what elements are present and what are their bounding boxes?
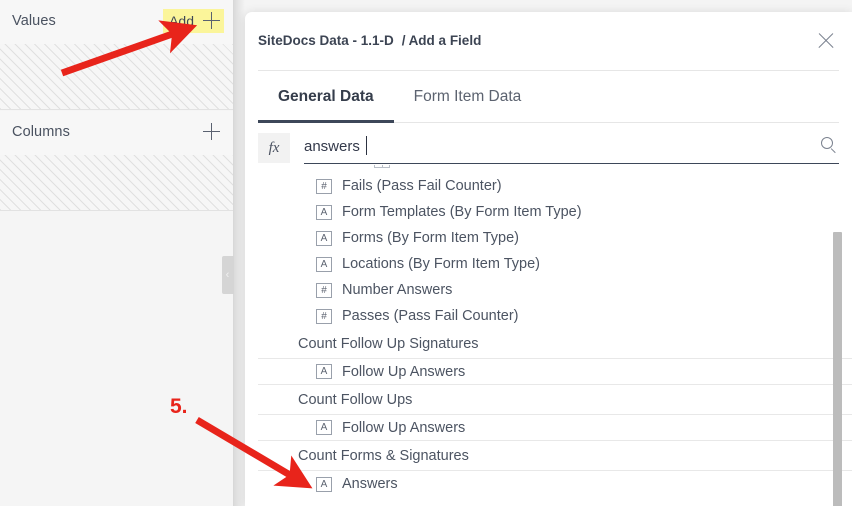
- plus-icon: [203, 12, 220, 29]
- search-icon[interactable]: [821, 137, 837, 154]
- columns-dropzone-hatch[interactable]: [0, 155, 234, 210]
- close-icon[interactable]: [815, 30, 837, 52]
- list-item-label: Passes (Pass Fail Counter): [342, 308, 519, 324]
- screen-root: Values Add Columns ‹ SiteDocs Data - 1.1…: [0, 0, 852, 506]
- breadcrumb-separator: /: [401, 33, 406, 48]
- list-item-label: Fails (Pass Fail Counter): [342, 178, 502, 194]
- list-group-header: Count Follow Up Signatures: [258, 329, 852, 359]
- panel-section-values: Values Add: [0, 0, 234, 110]
- text-field-icon: A: [316, 230, 332, 246]
- text-field-icon: A: [316, 364, 332, 379]
- list-item[interactable]: # Passes (Pass Fail Counter): [258, 303, 852, 329]
- breadcrumb-root[interactable]: SiteDocs Data - 1.1-D: [258, 33, 394, 48]
- add-value-label: Add: [169, 12, 194, 29]
- field-list-inner: Date Answers # Fails (Pass Fail Counter)…: [258, 165, 852, 497]
- values-dropzone-hatch[interactable]: [0, 44, 234, 109]
- list-item[interactable]: # Fails (Pass Fail Counter): [258, 173, 852, 199]
- list-item-label: Follow Up Answers: [342, 363, 466, 380]
- panel-collapse-handle[interactable]: ‹: [222, 256, 234, 294]
- list-group-header: Count Forms & Signatures: [258, 441, 852, 471]
- text-field-icon: A: [316, 204, 332, 220]
- number-field-icon: #: [316, 178, 332, 194]
- list-item[interactable]: A Forms (By Form Item Type): [258, 225, 852, 251]
- text-field-icon: A: [316, 256, 332, 272]
- list-group-header: Count Follow Ups: [258, 385, 852, 415]
- panel-section-columns-header: Columns: [0, 111, 234, 155]
- add-column-button[interactable]: [197, 120, 224, 144]
- list-item[interactable]: A Form Templates (By Form Item Type): [258, 199, 852, 225]
- dialog-header: SiteDocs Data - 1.1-D / Add a Field: [258, 12, 839, 71]
- list-item-label: Date Answers: [358, 165, 447, 168]
- text-field-icon: A: [316, 476, 332, 492]
- dialog-drop-shadow: [234, 0, 245, 506]
- list-item-label: Locations (By Form Item Type): [342, 256, 540, 272]
- breadcrumb: SiteDocs Data - 1.1-D / Add a Field: [258, 33, 481, 48]
- list-item[interactable]: Date Answers: [258, 165, 852, 173]
- search-row: fx: [258, 131, 839, 165]
- vertical-scrollbar[interactable]: [833, 232, 842, 506]
- breadcrumb-current: Add a Field: [408, 33, 482, 48]
- step-number-label: 5.: [170, 395, 188, 418]
- list-item-label: Follow Up Answers: [342, 419, 466, 436]
- list-item[interactable]: A Follow Up Answers: [258, 415, 852, 441]
- tab-form-item-data[interactable]: Form Item Data: [394, 71, 542, 122]
- list-item[interactable]: # Number Answers: [258, 277, 852, 303]
- list-item-label: Answers: [342, 476, 398, 492]
- panel-section-values-header: Values Add: [0, 0, 234, 44]
- dialog-tabs: General Data Form Item Data: [258, 71, 839, 123]
- text-cursor: [366, 136, 367, 155]
- panel-empty-area: [0, 212, 234, 506]
- field-list[interactable]: Date Answers # Fails (Pass Fail Counter)…: [258, 165, 852, 506]
- fx-icon[interactable]: fx: [258, 133, 290, 163]
- plus-icon: [203, 123, 220, 140]
- search-input[interactable]: [304, 132, 797, 161]
- tab-general-data[interactable]: General Data: [258, 71, 394, 123]
- list-item-label: Forms (By Form Item Type): [342, 230, 519, 246]
- add-value-button[interactable]: Add: [163, 9, 224, 33]
- panel-section-values-title: Values: [12, 13, 56, 29]
- scrollbar-thumb[interactable]: [833, 232, 842, 506]
- number-field-icon: #: [316, 308, 332, 324]
- list-item-label: Number Answers: [342, 282, 453, 298]
- add-a-field-dialog: SiteDocs Data - 1.1-D / Add a Field Genera…: [245, 12, 852, 506]
- panel-section-columns: Columns: [0, 111, 234, 211]
- list-item-answers[interactable]: A Answers: [258, 471, 852, 497]
- chevron-left-icon: ‹: [225, 268, 230, 281]
- search-field-wrapper: [304, 132, 839, 164]
- panel-section-columns-title: Columns: [12, 124, 70, 140]
- list-item-label: Form Templates (By Form Item Type): [342, 204, 582, 220]
- list-item[interactable]: A Follow Up Answers: [258, 359, 852, 385]
- text-field-icon: A: [316, 420, 332, 435]
- field-builder-panel: Values Add Columns: [0, 0, 234, 506]
- date-field-icon: [374, 165, 390, 168]
- list-item[interactable]: A Locations (By Form Item Type): [258, 251, 852, 277]
- number-field-icon: #: [316, 282, 332, 298]
